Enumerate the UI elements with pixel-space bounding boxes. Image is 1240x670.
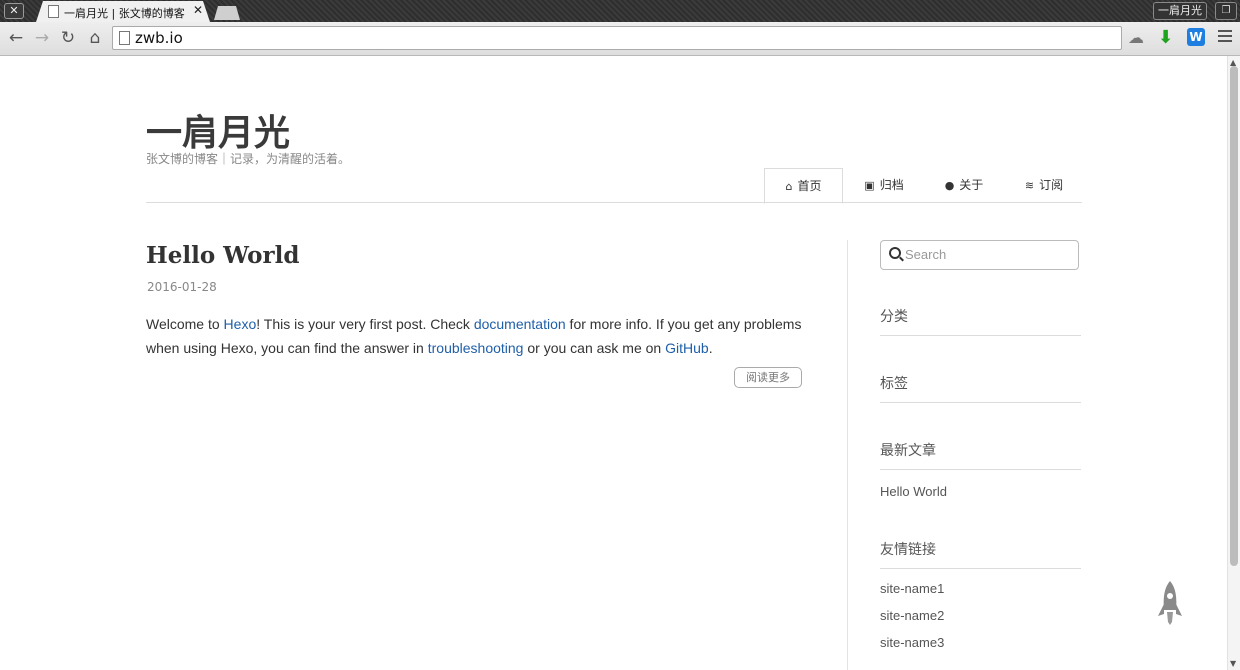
friend-links-title: 友情链接 (880, 542, 936, 558)
page-icon (48, 5, 59, 18)
post-text: ! This is your very first post. Check (256, 316, 474, 332)
tab-title: 一肩月光 | 张文博的博客 (64, 7, 185, 20)
reload-icon[interactable]: ↻ (57, 28, 79, 48)
archive-icon: ▣ (864, 179, 875, 192)
url-text: zwb.io (135, 29, 183, 47)
recent-post-link[interactable]: Hello World (880, 484, 947, 499)
widget-divider (880, 335, 1081, 336)
download-icon[interactable]: ⬇ (1158, 28, 1176, 48)
nav-item-rss[interactable]: ≋ 订阅 (1006, 168, 1082, 202)
post-title[interactable]: Hello World (146, 242, 299, 269)
friend-link[interactable]: site-name3 (880, 635, 944, 650)
back-to-top-rocket-icon[interactable] (1156, 580, 1184, 626)
categories-title: 分类 (880, 309, 908, 325)
address-bar[interactable]: zwb.io (112, 26, 1122, 50)
troubleshooting-link[interactable]: troubleshooting (428, 340, 524, 356)
nav-item-about[interactable]: ● 关于 (926, 168, 1002, 202)
browser-toolbar: ← → ↻ ⌂ zwb.io ☁ ⬇ W (0, 22, 1240, 56)
search-icon (889, 247, 901, 259)
window-close-button[interactable]: ✕ (4, 3, 24, 19)
cloud-icon[interactable]: ☁ (1128, 30, 1146, 46)
post-text: or you can ask me on (523, 340, 666, 356)
tags-title: 标签 (880, 376, 908, 392)
widget-divider (880, 402, 1081, 403)
back-icon[interactable]: ← (5, 28, 27, 48)
post-text: . (708, 340, 713, 356)
documentation-link[interactable]: documentation (474, 316, 566, 332)
vertical-scrollbar[interactable]: ▲ ▼ (1227, 56, 1240, 670)
nav-item-home[interactable]: ⌂ 首页 (764, 168, 843, 204)
new-tab-button[interactable] (214, 6, 240, 20)
page-icon (119, 31, 130, 45)
nav-item-label: 归档 (879, 178, 904, 192)
nav-item-label: 订阅 (1039, 178, 1064, 192)
rss-icon: ≋ (1024, 179, 1035, 192)
menu-icon[interactable] (1218, 30, 1232, 44)
hexo-link[interactable]: Hexo (224, 316, 257, 332)
post-text: Welcome to (146, 316, 224, 332)
w-extension-icon[interactable]: W (1187, 28, 1205, 46)
nav-item-archive[interactable]: ▣ 归档 (846, 168, 922, 202)
friend-link[interactable]: site-name1 (880, 581, 944, 596)
widget-divider (880, 469, 1081, 470)
post-excerpt: Welcome to Hexo! This is your very first… (146, 312, 806, 360)
home-icon[interactable]: ⌂ (84, 28, 106, 48)
site-subtitle: 张文博的博客｜记录，为清醒的活着。 (146, 152, 351, 166)
friend-link[interactable]: site-name2 (880, 608, 944, 623)
header-divider (146, 202, 1082, 203)
user-icon: ● (944, 179, 955, 192)
home-icon: ⌂ (785, 180, 793, 193)
restore-window-icon[interactable]: ❐ (1215, 2, 1237, 20)
forward-icon[interactable]: → (31, 28, 53, 48)
site-title[interactable]: 一肩月光 (146, 104, 290, 156)
browser-tab[interactable]: 一肩月光 | 张文博的博客 ✕ (36, 1, 210, 22)
nav-item-label: 关于 (959, 178, 984, 192)
profile-button[interactable]: 一肩月光 (1153, 2, 1207, 20)
scrollbar-thumb[interactable] (1230, 66, 1238, 566)
post-date: 2016-01-28 (147, 280, 217, 294)
search-input[interactable] (905, 245, 1070, 263)
search-box[interactable] (880, 240, 1079, 270)
sidebar-divider (847, 240, 848, 670)
browser-titlebar: ✕ 一肩月光 | 张文博的博客 ✕ 一肩月光 ❐ (0, 0, 1240, 22)
read-more-button[interactable]: 阅读更多 (734, 367, 802, 388)
widget-divider (880, 568, 1081, 569)
scroll-down-icon[interactable]: ▼ (1230, 659, 1236, 668)
recent-posts-title: 最新文章 (880, 443, 936, 459)
nav-item-label: 首页 (797, 179, 822, 193)
tab-close-icon[interactable]: ✕ (193, 3, 203, 17)
github-link[interactable]: GitHub (665, 340, 709, 356)
